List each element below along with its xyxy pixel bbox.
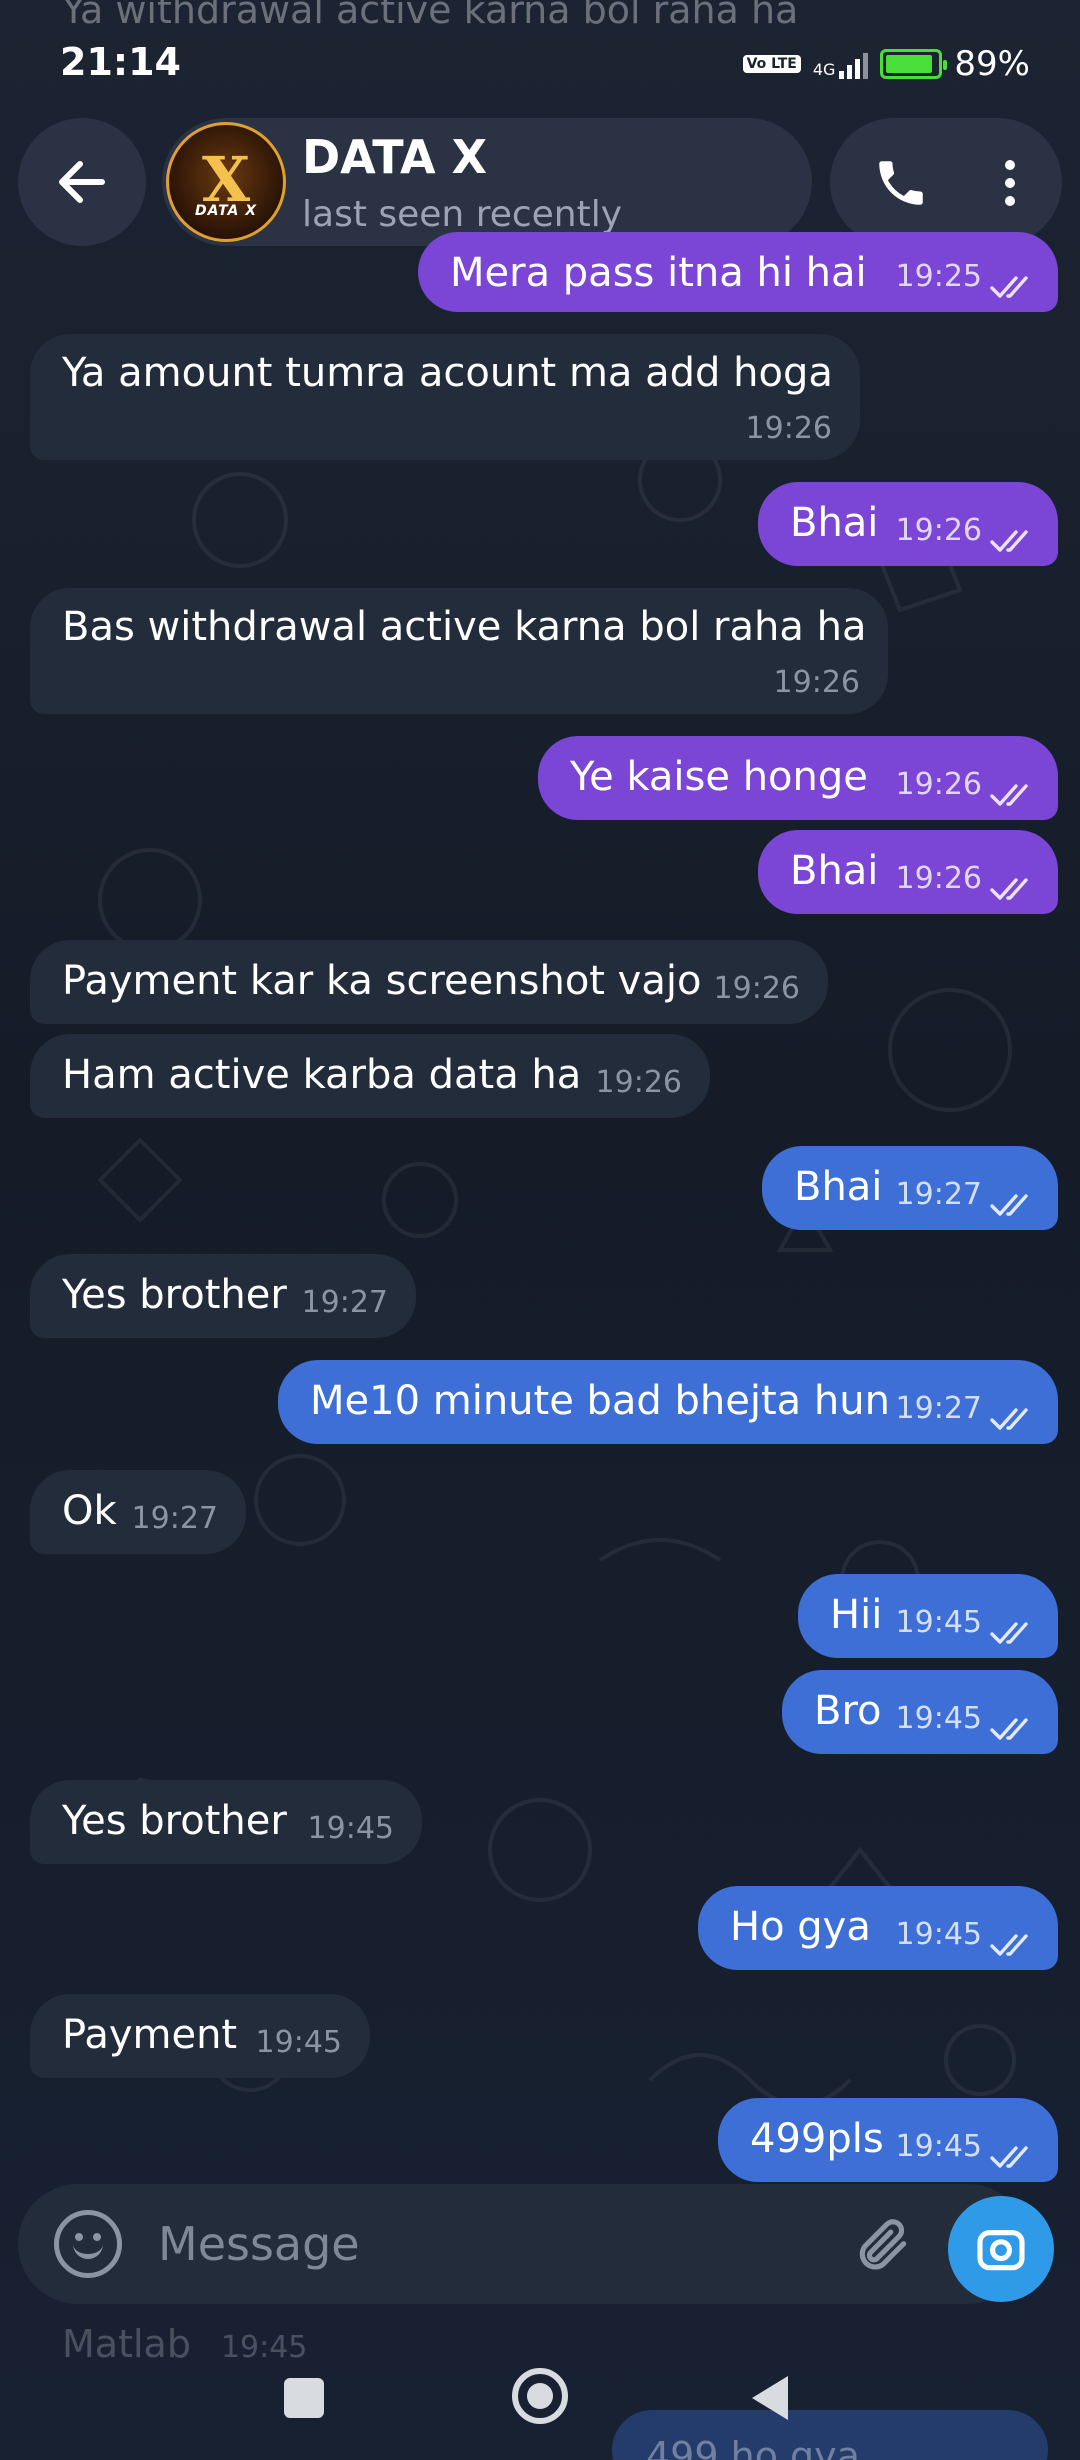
read-receipt-icon <box>990 1182 1036 1216</box>
chat-header[interactable]: X DATA X DATA X last seen recently <box>162 118 812 246</box>
read-receipt-icon <box>990 866 1036 900</box>
incoming-message[interactable]: Ya amount tumra acount ma add hoga 19:26 <box>30 334 860 460</box>
message-text: Ham active karba data ha <box>62 1052 582 1098</box>
volte-icon: Vo LTE <box>742 55 801 73</box>
message-time: 19:45 <box>895 1701 982 1736</box>
message-text: Bro <box>814 1688 882 1734</box>
message-time: 19:26 <box>895 861 982 896</box>
read-receipt-icon <box>990 1396 1036 1430</box>
read-receipt-icon <box>990 772 1036 806</box>
phone-icon <box>879 161 923 205</box>
system-nav-bar <box>0 2350 1080 2460</box>
message-text: Ya amount tumra acount ma add hoga <box>62 350 833 396</box>
message-text: Payment <box>62 2012 238 2058</box>
network-type: 4G <box>812 60 836 79</box>
outgoing-message[interactable]: Bhai 19:26 <box>758 482 1058 566</box>
message-text: Yes brother <box>62 1798 287 1844</box>
message-time: 19:26 <box>745 411 832 446</box>
message-time: 19:27 <box>131 1501 218 1536</box>
message-time: 19:45 <box>307 1811 394 1846</box>
message-time: 19:27 <box>301 1285 388 1320</box>
message-time: 19:26 <box>895 513 982 548</box>
outgoing-message[interactable]: Bhai 19:27 <box>762 1146 1058 1230</box>
outgoing-message[interactable]: Ye kaise honge 19:26 <box>538 736 1058 820</box>
recents-button[interactable] <box>284 2378 324 2418</box>
chat-last-seen: last seen recently <box>302 194 623 235</box>
outgoing-message[interactable]: 499pls 19:45 <box>718 2098 1058 2182</box>
read-receipt-icon <box>990 264 1036 298</box>
read-receipt-icon <box>990 1922 1036 1956</box>
message-time: 19:45 <box>895 2129 982 2164</box>
outgoing-message[interactable]: Me10 minute bad bhejta hun 19:27 <box>278 1360 1058 1444</box>
message-text: Payment kar ka screenshot vajo <box>62 958 702 1004</box>
emoji-icon[interactable] <box>54 2210 122 2278</box>
paperclip-icon <box>859 2219 907 2270</box>
incoming-message[interactable]: Ham active karba data ha 19:26 <box>30 1034 710 1118</box>
read-receipt-icon <box>990 1706 1036 1740</box>
avatar[interactable]: X DATA X <box>166 122 286 242</box>
read-receipt-icon <box>990 1610 1036 1644</box>
incoming-message[interactable]: Yes brother 19:27 <box>30 1254 416 1338</box>
message-time: 19:27 <box>895 1391 982 1426</box>
composer <box>18 2184 1028 2304</box>
back-arrow-icon <box>59 161 105 203</box>
call-button[interactable] <box>866 148 936 218</box>
outgoing-message[interactable]: Bhai 19:26 <box>758 830 1058 914</box>
incoming-message[interactable]: Payment 19:45 <box>30 1994 370 2078</box>
read-receipt-icon <box>990 518 1036 552</box>
camera-icon <box>977 2230 1025 2271</box>
message-text: Hii <box>830 1592 883 1638</box>
incoming-message[interactable]: Payment kar ka screenshot vajo 19:26 <box>30 940 828 1024</box>
message-text: Bhai <box>794 1164 883 1210</box>
message-time: 19:26 <box>895 767 982 802</box>
message-time: 19:26 <box>595 1065 682 1100</box>
message-time: 19:27 <box>895 1177 982 1212</box>
incoming-message[interactable]: Bas withdrawal active karna bol raha ha 1… <box>30 588 888 714</box>
header-actions <box>830 118 1062 246</box>
message-time: 19:25 <box>895 259 982 294</box>
signal-icon: 4G <box>813 49 869 79</box>
battery-icon <box>880 49 948 79</box>
home-button[interactable] <box>512 2368 568 2424</box>
incoming-message[interactable]: Yes brother 19:45 <box>30 1780 422 1864</box>
more-vertical-icon <box>1005 160 1015 206</box>
message-text: Me10 minute bad bhejta hun <box>310 1378 890 1424</box>
message-text: Ho gya <box>730 1904 871 1950</box>
outgoing-message[interactable]: Ho gya 19:45 <box>698 1886 1058 1970</box>
message-input[interactable] <box>158 2204 818 2284</box>
read-receipt-icon <box>990 2134 1036 2168</box>
attach-button[interactable] <box>848 2210 918 2280</box>
status-bar: 21:14 Vo LTE 4G 89% <box>0 0 1080 130</box>
message-text: Ye kaise honge <box>570 754 868 800</box>
back-button[interactable] <box>18 118 146 246</box>
message-text: Ok <box>62 1488 117 1534</box>
message-time: 19:26 <box>773 665 860 700</box>
message-time: 19:45 <box>895 1605 982 1640</box>
message-text: Yes brother <box>62 1272 287 1318</box>
system-back-button[interactable] <box>752 2376 788 2420</box>
camera-button[interactable] <box>948 2196 1054 2302</box>
avatar-logo-text: DATA X <box>194 203 258 219</box>
message-time: 19:45 <box>895 1917 982 1952</box>
message-time: 19:45 <box>255 2025 342 2060</box>
more-options-button[interactable] <box>980 148 1040 218</box>
message-text: Mera pass itna hi hai <box>450 250 867 296</box>
status-indicators: Vo LTE 4G 89% <box>742 44 1030 84</box>
incoming-message[interactable]: Ok 19:27 <box>30 1470 246 1554</box>
message-text: 499pls <box>750 2116 884 2162</box>
chat-title: DATA X <box>302 130 488 184</box>
outgoing-message[interactable]: Mera pass itna hi hai 19:25 <box>418 232 1058 312</box>
message-text: Bas withdrawal active karna bol raha ha <box>62 604 867 650</box>
status-time: 21:14 <box>60 40 181 84</box>
outgoing-message[interactable]: Bro 19:45 <box>782 1670 1058 1754</box>
outgoing-message[interactable]: Hii 19:45 <box>798 1574 1058 1658</box>
battery-percent: 89% <box>954 44 1030 84</box>
message-text: Bhai <box>790 500 879 546</box>
message-time: 19:26 <box>713 971 800 1006</box>
message-text: Bhai <box>790 848 879 894</box>
